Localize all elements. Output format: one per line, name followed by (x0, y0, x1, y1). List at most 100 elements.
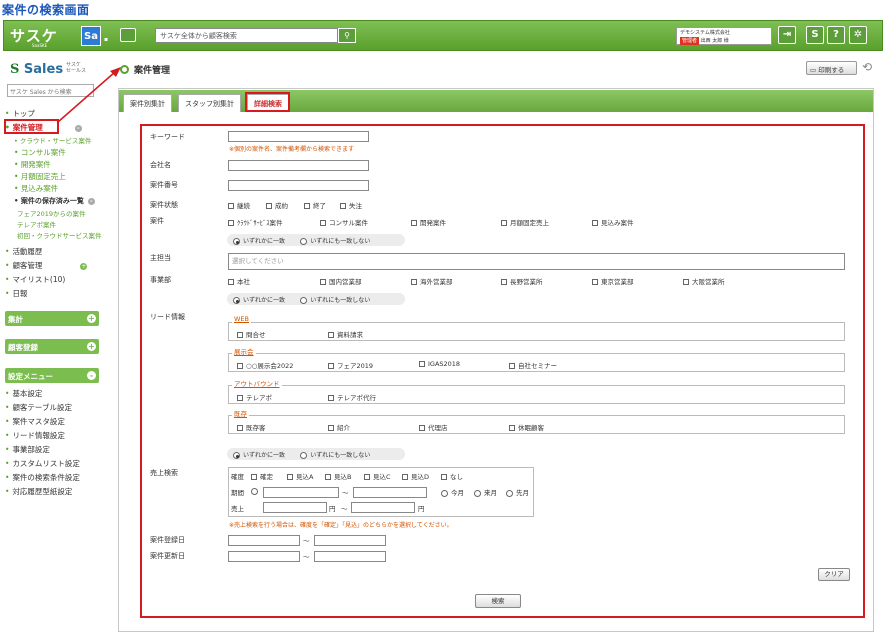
sa-app-badge[interactable]: Sa (81, 26, 101, 46)
sidebar-subitem[interactable]: • 開発案件 (14, 159, 51, 170)
lead-checkbox[interactable]: 代理店 (419, 422, 448, 432)
app-switch-icon[interactable]: ▪ (104, 36, 108, 43)
saved-search-item[interactable]: 初回・クラウドサービス案件 (17, 230, 102, 240)
lead-checkbox[interactable]: 休眠顧客 (509, 422, 544, 432)
sidebar-item-mylist[interactable]: • マイリスト(10) (5, 274, 65, 285)
lead-checkbox[interactable]: 既存客 (237, 422, 266, 432)
company-input[interactable] (228, 160, 369, 171)
status-checkbox[interactable]: 失注 (340, 200, 362, 210)
tab-case-aggregate[interactable]: 案件別集計 (123, 94, 172, 112)
search-form: キーワード ※個別の案件名、案件備考欄から検索できます 会社名 案件番号 案件状… (140, 124, 865, 618)
dept-checkbox[interactable]: 海外営業部 (411, 276, 453, 286)
keyword-input[interactable] (228, 131, 369, 142)
update-date-from[interactable] (228, 551, 300, 562)
sidebar-item-activity[interactable]: • 活動履歴 (5, 246, 42, 257)
dept-checkbox[interactable]: 大阪営業所 (683, 276, 725, 286)
user-info: デモシステム株式会社 管理者 出西 太郎 様 (676, 27, 772, 45)
app-logo-sub: SaaSKE (32, 43, 48, 48)
tab-staff-aggregate[interactable]: スタッフ別集計 (178, 94, 241, 112)
settings-item[interactable]: • リード情報設定 (5, 430, 65, 441)
sidebar-bar-customer-registration[interactable]: 顧客登録 + (5, 339, 99, 354)
search-icon[interactable]: ⚲ (338, 28, 356, 43)
staff-select[interactable]: 選択してください (228, 253, 845, 270)
status-checkbox[interactable]: 終了 (304, 200, 326, 210)
lead-checkbox[interactable]: 自社セミナー (509, 360, 557, 370)
registration-date-to[interactable] (314, 535, 386, 546)
status-checkbox[interactable]: 継続 (228, 200, 250, 210)
case-checkbox[interactable]: 月額固定売上 (501, 217, 549, 227)
dept-checkbox[interactable]: 長野営業所 (501, 276, 543, 286)
settings-item[interactable]: • 対応履歴型紙設定 (5, 486, 72, 497)
gear-icon[interactable]: ✲ (849, 26, 867, 44)
registration-date-label: 案件登録日 (150, 536, 185, 544)
sidebar-item-daily-report[interactable]: • 日報 (5, 288, 27, 299)
certainty-checkbox[interactable]: 見込B (325, 471, 351, 481)
case-checkbox[interactable]: 開発案件 (411, 217, 446, 227)
help-icon[interactable]: ? (827, 26, 845, 44)
lead-checkbox[interactable]: テレアポ (237, 392, 272, 402)
update-date-to[interactable] (314, 551, 386, 562)
lead-checkbox[interactable]: 問合せ (237, 329, 266, 339)
logout-icon[interactable]: ⇥ (778, 26, 796, 44)
registration-date-from[interactable] (228, 535, 300, 546)
dept-checkbox[interactable]: 国内営業部 (320, 276, 362, 286)
settings-item[interactable]: • カスタムリスト設定 (5, 458, 80, 469)
sales-icon[interactable]: S (806, 26, 824, 44)
settings-item[interactable]: • 顧客テーブル設定 (5, 402, 72, 413)
certainty-checkbox[interactable]: なし (441, 471, 463, 481)
refresh-icon[interactable]: ⟲ (862, 60, 872, 74)
search-button[interactable]: 検索 (475, 594, 521, 608)
lead-checkbox[interactable]: 資料請求 (328, 329, 363, 339)
lead-checkbox[interactable]: IGAS2018 (419, 360, 460, 368)
lead-checkbox[interactable]: ○○展示会2022 (237, 360, 293, 370)
certainty-checkbox[interactable]: 確定 (251, 471, 273, 481)
saved-search-item[interactable]: テレアポ案件 (17, 219, 56, 229)
clear-button[interactable]: クリア (818, 568, 850, 581)
case-checkbox[interactable]: コンサル案件 (320, 217, 368, 227)
settings-item[interactable]: • 基本設定 (5, 388, 42, 399)
period-radio-this-month[interactable]: 今月 (441, 487, 464, 497)
period-start-input[interactable] (263, 487, 339, 498)
sidebar-subitem[interactable]: • 月額固定売上 (14, 171, 66, 182)
certainty-checkbox[interactable]: 見込A (287, 471, 313, 481)
lead-checkbox[interactable]: フェア2019 (328, 360, 373, 370)
print-button[interactable]: ▭ 印刷する (806, 61, 857, 75)
sidebar-bar-aggregate[interactable]: 集計 + (5, 311, 99, 326)
case-number-label: 案件番号 (150, 181, 178, 189)
global-search-input[interactable]: サスケ全体から顧客検索 (155, 28, 338, 43)
case-checkbox[interactable]: 見込み案件 (592, 217, 634, 227)
settings-item[interactable]: • 事業部設定 (5, 444, 50, 455)
lead-checkbox[interactable]: テレアポ代行 (328, 392, 376, 402)
dept-checkbox[interactable]: 本社 (228, 276, 250, 286)
sidebar-item-top[interactable]: • トップ (5, 108, 35, 119)
period-end-input[interactable] (353, 487, 427, 498)
certainty-checkbox[interactable]: 見込D (402, 471, 429, 481)
case-match-toggle[interactable]: いずれかに一致 いずれにも一致しない (227, 234, 405, 246)
page-title: 案件の検索画面 (2, 3, 90, 17)
dept-checkbox[interactable]: 東京営業部 (592, 276, 634, 286)
amount-max-input[interactable] (351, 502, 415, 513)
sidebar-item-customers[interactable]: • 顧客管理 + (5, 260, 88, 271)
saved-search-item[interactable]: フェア2019からの案件 (17, 208, 86, 218)
settings-item[interactable]: • 案件の検索条件設定 (5, 472, 80, 483)
certainty-checkbox[interactable]: 見込C (364, 471, 391, 481)
lead-checkbox[interactable]: 紹介 (328, 422, 350, 432)
status-checkbox[interactable]: 成約 (266, 200, 288, 210)
sidebar-subitem[interactable]: • クラウド・サービス案件 (14, 135, 91, 145)
settings-item[interactable]: • 案件マスタ設定 (5, 416, 65, 427)
period-radio-next-month[interactable]: 来月 (474, 487, 497, 497)
period-radio-last-month[interactable]: 先月 (506, 487, 529, 497)
dept-match-toggle[interactable]: いずれかに一致 いずれにも一致しない (227, 293, 405, 305)
amount-min-input[interactable] (263, 502, 327, 513)
case-number-input[interactable] (228, 180, 369, 191)
notes-icon[interactable] (120, 28, 136, 42)
sidebar-subitem[interactable]: • 見込み案件 (14, 183, 58, 194)
period-radio[interactable] (251, 487, 261, 495)
lead-match-toggle[interactable]: いずれかに一致 いずれにも一致しない (227, 448, 405, 460)
sidebar-bar-settings[interactable]: 設定メニュー - (5, 368, 99, 383)
certainty-label: 確度 (231, 473, 244, 481)
sidebar-subitem[interactable]: • コンサル案件 (14, 147, 66, 158)
case-checkbox[interactable]: ｸﾗｳﾄﾞｻｰﾋﾞｽ案件 (228, 217, 283, 227)
dept-label: 事業部 (150, 276, 171, 284)
sidebar-saved-list[interactable]: • 案件の保存済み一覧 - (14, 196, 95, 206)
